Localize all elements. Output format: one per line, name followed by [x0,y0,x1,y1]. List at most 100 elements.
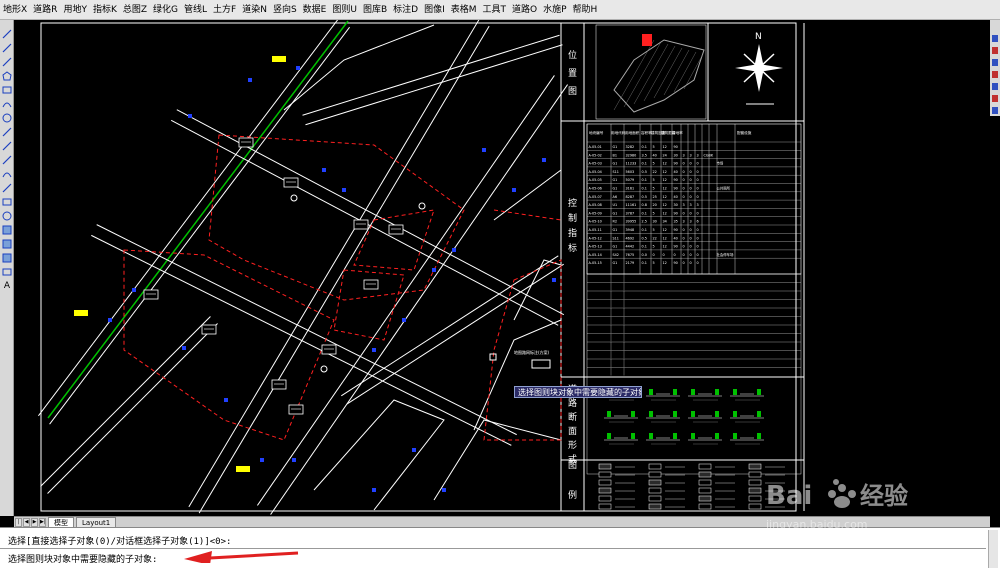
road-diagonal-center [188,20,480,508]
table-cell: 0 [690,261,692,265]
table-cell: 5 [653,261,655,265]
view-tool-icon[interactable] [991,76,999,90]
table-cell: 12 [663,145,667,149]
rectangle-icon[interactable] [1,84,13,95]
table-cell: 0.1 [642,187,647,191]
menu-item[interactable]: 水施P [540,0,569,19]
arc-icon[interactable] [1,98,13,109]
table-cell: 0 [690,253,692,257]
block-icon[interactable] [1,196,13,207]
tab-prev-button[interactable]: ◀ [23,517,30,527]
table-cell: A-05-06 [589,187,602,191]
tab-first-button[interactable]: |◀ [15,517,22,532]
view-tool-icon[interactable] [991,88,999,102]
menu-item[interactable]: 地形X [0,0,30,19]
tab-next-button[interactable]: ▶ [31,517,38,527]
text-icon[interactable]: A [1,280,13,291]
menu-item[interactable]: 管线L [181,0,210,19]
menu-item[interactable]: 绿化G [150,0,181,19]
table-cell: 8287 [626,195,635,199]
menu-item[interactable]: 标注D [390,0,421,19]
table-cell: R2 [613,220,618,224]
menu-item[interactable]: 图则U [329,0,360,19]
view-tool-icon[interactable] [991,100,999,114]
region-icon[interactable] [1,252,13,263]
table-cell: 社会停车场 [717,252,735,257]
red-arrow-annotation [184,551,299,563]
menu-item[interactable]: 图库B [360,0,390,19]
view-tool-icon[interactable] [991,28,999,42]
menu-item[interactable]: 用地Y [60,0,90,19]
menu-item[interactable]: 竖向S [270,0,300,19]
view-tool-icon[interactable] [991,52,999,66]
table-cell: A-05-08 [589,203,602,207]
menu-item[interactable]: 指标K [90,0,120,19]
table-cell: 3 [683,153,685,157]
menu-item[interactable]: 帮助H [570,0,601,19]
line-icon[interactable] [1,28,13,39]
menu-item[interactable]: 道染N [239,0,270,19]
ellipse-arc-icon[interactable] [1,168,13,179]
table-cell: 0.8 [642,203,647,207]
tab-layout1[interactable]: Layout1 [76,517,117,527]
table-cell: 11161 [626,203,637,207]
table-cell: 5 [653,187,655,191]
table-cell: 市场 [717,161,724,166]
hatch-icon[interactable] [1,224,13,235]
tab-model[interactable]: 模型 [48,517,74,527]
circle-icon[interactable] [1,112,13,123]
parcel-label [363,279,379,290]
table-cell: 90 [674,145,678,149]
table-cell: U1 [613,203,618,207]
drawing-canvas[interactable]: 地图路网标注(方案)位置图控制指标道路断面形式图例N地块编号用地代码用地面积容积… [14,20,990,516]
polygon-icon[interactable] [1,70,13,81]
command-scrollbar[interactable] [988,530,998,568]
table-cell: 5079 [626,178,635,182]
table-cell: 4442 [626,245,635,249]
view-tool-icon[interactable] [991,40,999,54]
menu-item[interactable]: 工具T [479,0,509,19]
parcel-label [288,404,304,415]
spline-icon[interactable] [1,140,13,151]
menu-item[interactable]: 数据E [300,0,330,19]
table-cell: 6 [697,220,699,224]
menu-item[interactable]: 道路R [30,0,60,19]
table-cell: 5 [653,245,655,249]
table-cell: 4692 [626,236,635,240]
menu-item[interactable]: 土方F [210,0,239,19]
table-cell: 0 [683,245,685,249]
road-section-tree [715,433,719,439]
block-outline [313,399,445,511]
blue-marker [372,348,376,352]
table-cell: 0 [690,245,692,249]
point-icon[interactable] [1,210,13,221]
menu-item[interactable]: 表格M [448,0,480,19]
table-cell: 0 [697,170,699,174]
revcloud-icon[interactable] [1,126,13,137]
menu-item[interactable]: 图像I [421,0,448,19]
parcel-label [143,289,159,300]
command-input-line[interactable]: 选择图则块对象中需要隐藏的子对象: [8,552,157,565]
construction-line-icon[interactable] [1,56,13,67]
table-cell: A-05-09 [589,211,602,215]
cad-drawing[interactable]: 地图路网标注(方案)位置图控制指标道路断面形式图例N地块编号用地代码用地面积容积… [14,20,990,516]
table-cell: CGBK [704,153,714,157]
ellipse-icon[interactable] [1,154,13,165]
road-east-mid [341,255,559,397]
table-icon[interactable] [1,266,13,277]
table-cell: 0 [690,187,692,191]
tab-last-button[interactable]: ▶| [39,517,46,527]
gradient-icon[interactable] [1,238,13,249]
road-section-tree [649,389,653,395]
menu-item[interactable]: 总图Z [120,0,150,19]
road-section-tree [607,433,611,439]
table-cell: 0 [674,253,676,257]
table-cell: 32980 [626,153,637,157]
menu-item[interactable]: 道路O [509,0,540,19]
legend-swatch [698,463,712,470]
road-section-tree [631,433,635,439]
insert-icon[interactable] [1,182,13,193]
table-cell: S11 [613,170,619,174]
view-tool-icon[interactable] [991,64,999,78]
polyline-icon[interactable] [1,42,13,53]
